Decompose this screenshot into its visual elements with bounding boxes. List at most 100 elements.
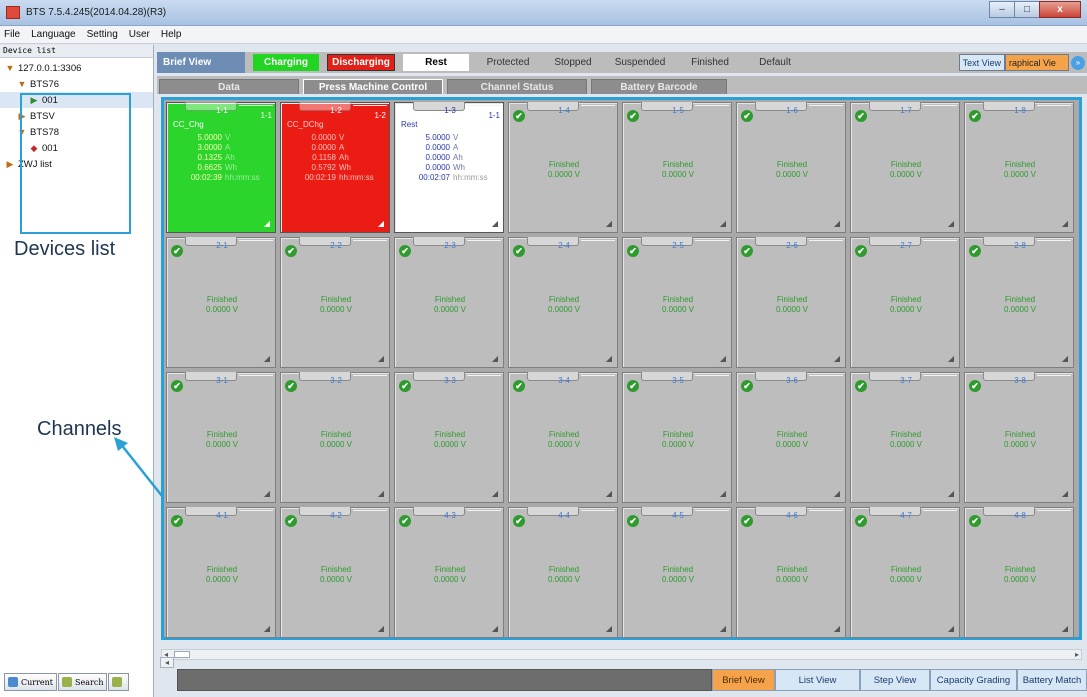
collapse-sidebar-icon[interactable]: ◂ [160,657,174,668]
channel-corner-id: 1-2 [374,111,386,120]
devices-list-highlight [20,93,131,234]
channel-corner-id: 1-1 [260,111,272,120]
scroll-right-icon[interactable]: ▸ [1075,650,1079,659]
channel-voltage: 0.0000 V [889,305,923,314]
channel-cell[interactable]: 1-1 ◢ 1-1 CC_Chg 5.0000 V 3.0000 A 0.1325 Ah 0.662… [166,102,276,233]
tab-battery-barcode[interactable]: Battery Barcode [591,79,727,94]
channel-cell[interactable]: 3-2 ◢ ✔ Finished 0.0000 V [280,372,390,503]
channel-cell[interactable]: 3-5 ◢ ✔ Finished 0.0000 V [622,372,732,503]
reading-unit: A [225,143,231,152]
maximize-button[interactable]: □ [1014,1,1040,18]
channel-cell[interactable]: 3-3 ◢ ✔ Finished 0.0000 V [394,372,504,503]
channel-cell[interactable]: 2-5 ◢ ✔ Finished 0.0000 V [622,237,732,368]
channel-cell[interactable]: 2-2 ◢ ✔ Finished 0.0000 V [280,237,390,368]
legend-charging: Charging [253,54,319,71]
resize-corner-icon: ◢ [605,489,612,498]
channel-cell[interactable]: 4-3 ◢ ✔ Finished 0.0000 V [394,507,504,638]
reading-value: 00:02:39 [190,173,222,182]
channel-cell[interactable]: 2-1 ◢ ✔ Finished 0.0000 V [166,237,276,368]
more-icon[interactable]: » [1071,56,1085,70]
menu-language[interactable]: Language [31,29,76,40]
tree-item[interactable]: ▼ 127.0.0.1:3306 [0,60,153,76]
channel-cell[interactable]: 1-4 ◢ ✔ Finished 0.0000 V [508,102,618,233]
check-icon: ✔ [969,245,981,257]
channel-cell[interactable]: 1-7 ◢ ✔ Finished 0.0000 V [850,102,960,233]
graphical-view-button[interactable]: raphical Vie [1005,54,1069,71]
list-view-button[interactable]: List View [775,669,860,691]
channel-readings: 5.0000 V 3.0000 A 0.1325 Ah 0.6625 Wh 00:02:39 hh… [167,133,277,183]
menu-file[interactable]: File [4,29,20,40]
channel-cell[interactable]: 4-5 ◢ ✔ Finished 0.0000 V [622,507,732,638]
scroll-thumb[interactable] [174,651,190,658]
tab-current[interactable]: Current [4,673,58,691]
reading-value: 3.0000 [197,143,222,152]
menu-help[interactable]: Help [161,29,182,40]
channel-cell[interactable]: 1-2 ◢ 1-2 CC_DChg 0.0000 V 0.0000 A 0.1158 Ah 0.57… [280,102,390,233]
minimize-button[interactable]: – [989,1,1015,18]
channel-cell[interactable]: 1-3 ◢ 1-1 Rest 5.0000 V 0.0000 A 0.0000 Ah 0.0000 W… [394,102,504,233]
check-icon: ✔ [399,380,411,392]
channel-cell[interactable]: 4-1 ◢ ✔ Finished 0.0000 V [166,507,276,638]
channel-voltage: 0.0000 V [661,170,695,179]
check-icon: ✔ [285,380,297,392]
channel-cell[interactable]: 2-3 ◢ ✔ Finished 0.0000 V [394,237,504,368]
check-icon: ✔ [627,380,639,392]
channel-readings: 5.0000 V 0.0000 A 0.0000 Ah 0.0000 Wh 00:02:07 hh… [395,133,505,183]
channel-cell[interactable]: 4-7 ◢ ✔ Finished 0.0000 V [850,507,960,638]
channel-cell[interactable]: 3-1 ◢ ✔ Finished 0.0000 V [166,372,276,503]
brief-view-button[interactable]: Brief View [712,669,775,691]
channel-cell[interactable]: 1-5 ◢ ✔ Finished 0.0000 V [622,102,732,233]
channel-voltage: 0.0000 V [1003,305,1037,314]
channel-cell[interactable]: 3-8 ◢ ✔ Finished 0.0000 V [964,372,1074,503]
resize-corner-icon: ◢ [377,354,384,363]
channel-status: Finished [776,430,808,439]
channel-id: 2-5 [672,241,684,250]
channel-cell[interactable]: 4-8 ◢ ✔ Finished 0.0000 V [964,507,1074,638]
channel-cell[interactable]: 3-6 ◢ ✔ Finished 0.0000 V [736,372,846,503]
channel-cell[interactable]: 3-7 ◢ ✔ Finished 0.0000 V [850,372,960,503]
tab-search[interactable]: Search [58,673,108,691]
check-icon: ✔ [969,380,981,392]
resize-corner-icon: ◢ [605,354,612,363]
resize-corner-icon: ◢ [719,489,726,498]
channel-status: Finished [206,295,238,304]
expand-arrow-icon: ▼ [5,63,15,73]
channel-cell[interactable]: 2-6 ◢ ✔ Finished 0.0000 V [736,237,846,368]
resize-corner-icon: ◢ [491,354,498,363]
channel-cell[interactable]: 3-4 ◢ ✔ Finished 0.0000 V [508,372,618,503]
menu-user[interactable]: User [129,29,150,40]
channel-id: 3-8 [1014,376,1026,385]
tab-channel-status[interactable]: Channel Status [447,79,587,94]
text-view-button[interactable]: Text View [958,54,1005,71]
channel-cell[interactable]: 1-8 ◢ ✔ Finished 0.0000 V [964,102,1074,233]
horizontal-scrollbar[interactable]: ◂ ▸ [161,649,1082,660]
battery-match-button[interactable]: Battery Match [1017,669,1087,691]
collapsed-arrow-icon: ▶ [6,158,14,169]
channel-cell[interactable]: 4-2 ◢ ✔ Finished 0.0000 V [280,507,390,638]
menu-setting[interactable]: Setting [87,29,118,40]
channel-status: Finished [320,295,352,304]
close-button[interactable]: x [1039,1,1081,18]
resize-corner-icon: ◢ [263,354,270,363]
check-icon: ✔ [399,515,411,527]
step-view-button[interactable]: Step View [860,669,930,691]
tab-data[interactable]: Data [159,79,299,94]
reading-row: 5.0000 V [395,133,505,143]
capacity-grading-button[interactable]: Capacity Grading [930,669,1017,691]
channel-cell[interactable]: 4-4 ◢ ✔ Finished 0.0000 V [508,507,618,638]
channel-cell[interactable]: 1-6 ◢ ✔ Finished 0.0000 V [736,102,846,233]
channel-cell[interactable]: 2-7 ◢ ✔ Finished 0.0000 V [850,237,960,368]
channel-id: 1-7 [900,106,912,115]
channel-voltage: 0.0000 V [205,575,239,584]
reading-unit: V [225,133,231,142]
tab-extra[interactable] [108,673,130,691]
tab-press-machine-control[interactable]: Press Machine Control [303,79,443,94]
reading-unit: Ah [339,153,349,162]
channel-cell[interactable]: 2-8 ◢ ✔ Finished 0.0000 V [964,237,1074,368]
devices-list-annotation: Devices list [14,238,116,260]
tree-item[interactable]: ▼ BTS76 [0,76,153,92]
channel-id: 4-2 [330,511,342,520]
channel-cell[interactable]: 2-4 ◢ ✔ Finished 0.0000 V [508,237,618,368]
reading-unit: A [453,143,459,152]
channel-cell[interactable]: 4-6 ◢ ✔ Finished 0.0000 V [736,507,846,638]
